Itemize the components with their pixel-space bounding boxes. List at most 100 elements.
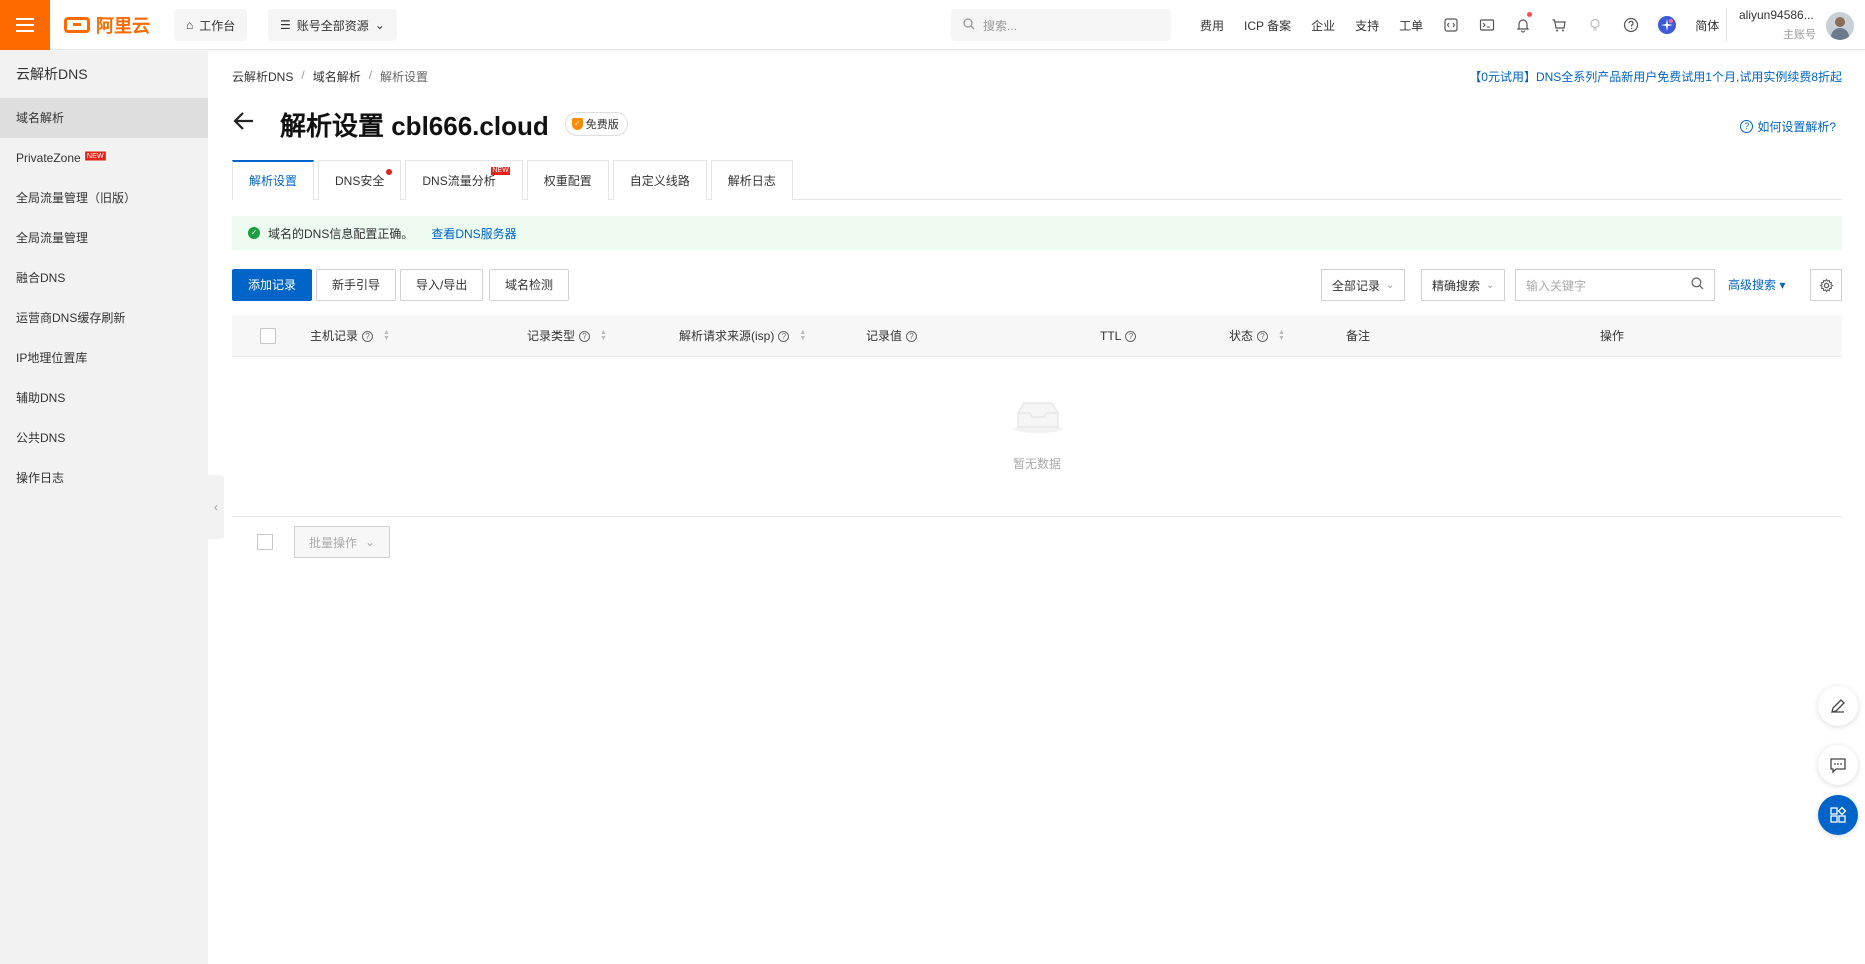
search-mode-select[interactable]: 精确搜索 ⌄	[1421, 269, 1506, 301]
sidebar-item-fusion-dns[interactable]: 融合DNS	[0, 258, 208, 298]
sidebar-item-public-dns[interactable]: 公共DNS	[0, 418, 208, 458]
add-record-button[interactable]: 添加记录	[232, 269, 313, 301]
code-icon[interactable]	[1433, 0, 1469, 50]
avatar[interactable]	[1826, 12, 1854, 40]
assistant-icon[interactable]	[1649, 0, 1685, 50]
help-icon[interactable]: ?	[1125, 330, 1137, 342]
help-label: 如何设置解析?	[1757, 120, 1836, 134]
logo-mark-icon	[64, 17, 90, 33]
sidebar-item-label: 域名解析	[16, 111, 65, 125]
cart-icon[interactable]	[1541, 0, 1577, 50]
sidebar-collapse-handle[interactable]: ‹	[208, 475, 224, 539]
tab-dns-security[interactable]: DNS安全	[318, 160, 402, 200]
guide-button[interactable]: 新手引导	[316, 269, 397, 301]
column-label: 状态	[1229, 329, 1254, 343]
search-icon[interactable]	[1691, 277, 1704, 293]
help-icon[interactable]: ?	[778, 330, 790, 342]
sidebar-item-label: 操作日志	[16, 471, 65, 485]
view-dns-servers-link[interactable]: 查看DNS服务器	[431, 225, 516, 242]
home-icon: ⌂	[186, 18, 194, 32]
footer-select-all-checkbox[interactable]	[257, 534, 273, 550]
sidebar-item-label: 全局流量管理	[16, 231, 89, 245]
column-status[interactable]: 状态 ? ▲ ▼	[1229, 315, 1285, 357]
new-badge: NEW	[84, 151, 106, 161]
column-request-source[interactable]: 解析请求来源(isp) ? ▲ ▼	[679, 315, 806, 357]
edit-float-button[interactable]	[1818, 686, 1858, 726]
chat-float-button[interactable]	[1818, 745, 1858, 785]
record-filter-select[interactable]: 全部记录 ⌄	[1321, 269, 1406, 301]
language-switch[interactable]: 简体	[1685, 17, 1729, 34]
empty-box-icon	[1014, 402, 1062, 433]
sort-icon[interactable]: ▲ ▼	[383, 329, 390, 342]
breadcrumb-item[interactable]: 域名解析	[313, 68, 361, 85]
question-icon: ?	[1740, 120, 1754, 133]
column-host-record[interactable]: 主机记录 ? ▲ ▼	[310, 315, 390, 357]
apps-float-button[interactable]	[1818, 795, 1858, 835]
column-record-value: 记录值 ?	[866, 315, 918, 357]
column-label: 操作	[1600, 329, 1625, 343]
advanced-search-toggle[interactable]: 高级搜索 ▾	[1728, 269, 1785, 301]
terminal-icon[interactable]	[1469, 0, 1505, 50]
menu-icon[interactable]	[0, 0, 50, 50]
select-all-checkbox[interactable]	[260, 315, 276, 357]
promo-link[interactable]: 【0元试用】DNS全系列产品新用户免费试用1个月,试用实例续费8折起	[1469, 68, 1842, 85]
sidebar-item-label: 辅助DNS	[16, 391, 66, 405]
help-setup-link[interactable]: ? 如何设置解析?	[1740, 118, 1836, 135]
breadcrumb-separator: /	[368, 68, 373, 82]
support-link[interactable]: 支持	[1345, 17, 1389, 34]
import-export-button[interactable]: 导入/导出	[400, 269, 484, 301]
sidebar-item-label: 运营商DNS缓存刷新	[16, 311, 126, 325]
lightbulb-icon[interactable]	[1577, 0, 1613, 50]
table-footer: 批量操作 ⌄	[232, 526, 632, 558]
resources-dropdown[interactable]: ☰ 账号全部资源 ⌄	[268, 9, 397, 41]
fees-link[interactable]: 费用	[1190, 17, 1234, 34]
bell-icon[interactable]	[1505, 0, 1541, 50]
breadcrumb-separator: /	[301, 68, 305, 82]
sidebar-item-operation-log[interactable]: 操作日志	[0, 458, 208, 498]
sidebar-item-gtm-legacy[interactable]: 全局流量管理（旧版）	[0, 178, 208, 218]
sort-icon[interactable]: ▲ ▼	[600, 329, 607, 342]
domain-check-button[interactable]: 域名检测	[489, 269, 570, 301]
apps-icon	[1830, 806, 1847, 823]
brand-logo[interactable]: 阿里云	[64, 13, 150, 37]
chat-icon	[1830, 758, 1846, 774]
brand-name: 阿里云	[96, 16, 150, 36]
user-menu[interactable]: aliyun94586... 主账号	[1726, 8, 1856, 42]
tab-weight-config[interactable]: 权重配置	[526, 160, 609, 200]
keyword-input[interactable]: 输入关键字	[1515, 269, 1715, 301]
chevron-left-icon: ‹	[214, 500, 218, 514]
tab-dns-traffic-analysis[interactable]: DNS流量分析 NEW	[405, 160, 523, 200]
help-icon[interactable]: ?	[1257, 330, 1269, 342]
global-search-input[interactable]: 搜索...	[951, 9, 1171, 41]
edition-label: 免费版	[585, 119, 619, 131]
pencil-icon	[1831, 699, 1845, 713]
sidebar-item-gtm[interactable]: 全局流量管理	[0, 218, 208, 258]
top-links: 费用 ICP 备案 企业 支持 工单 简体	[1190, 0, 1729, 50]
help-icon[interactable]: ?	[362, 330, 374, 342]
alert-text: 域名的DNS信息配置正确。	[268, 226, 414, 241]
breadcrumb-item[interactable]: 云解析DNS	[232, 68, 293, 85]
sidebar-item-cache-refresh[interactable]: 运营商DNS缓存刷新	[0, 298, 208, 338]
icp-link[interactable]: ICP 备案	[1234, 17, 1301, 34]
chevron-down-icon: ⌄	[365, 535, 376, 549]
sidebar-item-privatezone[interactable]: PrivateZone NEW	[0, 138, 208, 178]
sidebar-item-secondary-dns[interactable]: 辅助DNS	[0, 378, 208, 418]
sort-icon[interactable]: ▲ ▼	[1278, 329, 1285, 342]
settings-gear-button[interactable]	[1810, 269, 1842, 301]
help-icon[interactable]: ?	[579, 330, 591, 342]
sidebar-item-ip-geo[interactable]: IP地理位置库	[0, 338, 208, 378]
enterprise-link[interactable]: 企业	[1301, 17, 1345, 34]
column-record-type[interactable]: 记录类型 ? ▲ ▼	[527, 315, 607, 357]
tab-resolution-settings[interactable]: 解析设置	[232, 160, 315, 200]
sort-icon[interactable]: ▲ ▼	[799, 329, 806, 342]
ticket-link[interactable]: 工单	[1389, 17, 1433, 34]
sidebar-item-domain-resolution[interactable]: 域名解析	[0, 98, 208, 138]
tab-resolution-log[interactable]: 解析日志	[710, 160, 793, 200]
chevron-down-icon: ⌄	[374, 18, 385, 32]
workbench-button[interactable]: ⌂ 工作台	[174, 9, 248, 41]
back-arrow-icon[interactable]	[232, 109, 260, 140]
help-icon[interactable]	[1613, 0, 1649, 50]
tab-custom-lines[interactable]: 自定义线路	[612, 160, 707, 200]
batch-operation-dropdown[interactable]: 批量操作 ⌄	[294, 526, 391, 558]
help-icon[interactable]: ?	[906, 330, 918, 342]
